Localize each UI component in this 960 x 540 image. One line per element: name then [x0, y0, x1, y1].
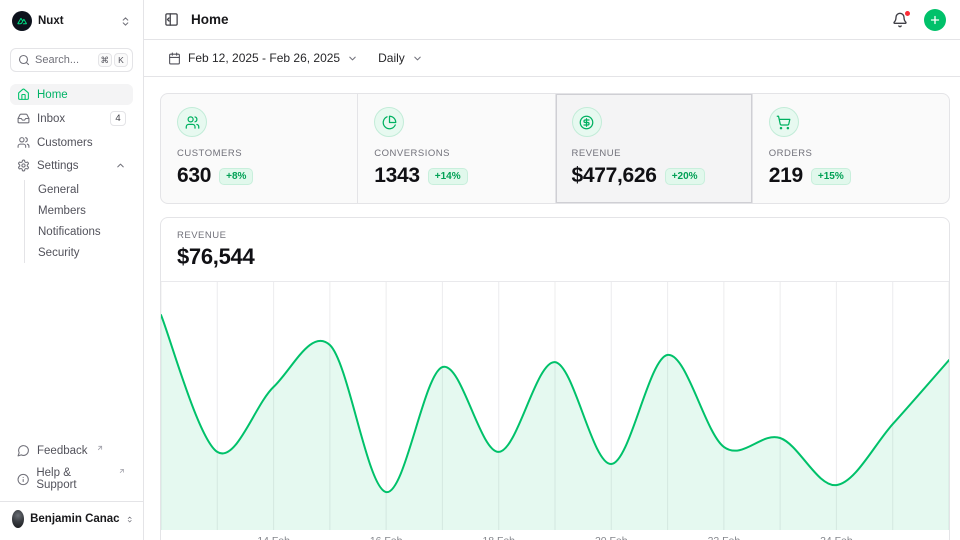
stat-label: REVENUE — [572, 148, 736, 159]
dollar-circle-icon — [579, 115, 594, 130]
svg-text:16 Feb: 16 Feb — [370, 536, 403, 540]
revenue-chart-card: REVENUE $76,544 14 Feb 16 Feb 18 Feb 20 Feb… — [160, 217, 950, 540]
stat-card-orders[interactable]: ORDERS 219 +15% — [753, 94, 949, 203]
chevrons-up-down-icon — [120, 16, 131, 27]
delta-badge: +14% — [428, 168, 468, 185]
user-name: Benjamin Canac — [30, 513, 119, 525]
plus-icon — [929, 14, 941, 26]
stat-card-customers[interactable]: CUSTOMERS 630 +8% — [161, 94, 357, 203]
cart-icon — [776, 115, 791, 130]
stat-value: 630 — [177, 164, 211, 188]
help-support-link[interactable]: Help & Support — [10, 463, 133, 495]
sidebar-nav: Home Inbox 4 Customers Settings General … — [10, 84, 133, 263]
sidebar-item-general[interactable]: General — [25, 180, 133, 200]
search-placeholder: Search... — [35, 54, 79, 66]
sidebar-item-settings[interactable]: Settings — [10, 155, 133, 176]
avatar — [12, 510, 24, 528]
stat-value: $477,626 — [572, 164, 657, 188]
content: CUSTOMERS 630 +8% CONVERSIONS 1343 +14% … — [144, 77, 960, 540]
sidebar-toggle-button[interactable] — [162, 10, 181, 29]
info-circle-icon — [17, 473, 29, 486]
svg-text:24 Feb: 24 Feb — [820, 536, 853, 540]
delta-badge: +8% — [219, 168, 253, 185]
svg-text:14 Feb: 14 Feb — [257, 536, 290, 540]
home-icon — [17, 88, 30, 101]
kbd-k: K — [114, 53, 128, 67]
notification-dot — [904, 10, 911, 17]
arrow-up-right-icon — [118, 467, 126, 475]
sidebar-item-security[interactable]: Security — [25, 243, 133, 263]
users-icon — [17, 136, 30, 149]
stat-label: ORDERS — [769, 148, 933, 159]
sidebar-item-members[interactable]: Members — [25, 201, 133, 221]
workspace-selector[interactable]: Nuxt — [10, 8, 133, 34]
page-title: Home — [191, 12, 229, 27]
date-range-value: Feb 12, 2025 - Feb 26, 2025 — [188, 51, 340, 65]
main-area: Home Feb 12, 2025 - Feb 26, 2025 Daily — [144, 0, 960, 540]
sidebar: Nuxt Search... ⌘ K Home Inbox 4 Customer… — [0, 0, 144, 540]
stat-value: 219 — [769, 164, 803, 188]
notifications-button[interactable] — [890, 10, 910, 30]
chevron-down-icon — [347, 53, 358, 64]
stat-label: CONVERSIONS — [374, 148, 538, 159]
add-button[interactable] — [924, 9, 946, 31]
kbd-meta: ⌘ — [98, 53, 113, 67]
nuxt-logo-icon — [12, 11, 32, 31]
gear-icon — [17, 159, 30, 172]
chevron-up-icon — [115, 160, 126, 171]
svg-text:18 Feb: 18 Feb — [482, 536, 515, 540]
chart-value: $76,544 — [177, 244, 933, 270]
svg-text:20 Feb: 20 Feb — [595, 536, 628, 540]
user-menu[interactable]: Benjamin Canac — [0, 501, 143, 532]
chevron-down-icon — [412, 53, 423, 64]
settings-subnav: General Members Notifications Security — [24, 180, 133, 263]
sidebar-footer: Feedback Help & Support — [10, 440, 133, 501]
sidebar-item-customers[interactable]: Customers — [10, 132, 133, 153]
date-range-picker[interactable]: Feb 12, 2025 - Feb 26, 2025 — [160, 46, 366, 70]
pie-chart-icon — [382, 115, 397, 130]
arrow-up-right-icon — [96, 444, 104, 452]
revenue-chart-svg: 14 Feb 16 Feb 18 Feb 20 Feb 22 Feb 24 Feb — [161, 282, 949, 540]
users-icon — [185, 115, 200, 130]
panel-left-close-icon — [164, 12, 179, 27]
search-icon — [18, 54, 30, 66]
calendar-icon — [168, 52, 181, 65]
sidebar-item-inbox[interactable]: Inbox 4 — [10, 107, 133, 130]
stat-card-revenue[interactable]: REVENUE $477,626 +20% — [556, 94, 752, 203]
workspace-name: Nuxt — [38, 15, 64, 27]
message-circle-icon — [17, 444, 30, 457]
inbox-icon — [17, 112, 30, 125]
stat-card-conversions[interactable]: CONVERSIONS 1343 +14% — [358, 94, 554, 203]
period-select[interactable]: Daily — [370, 46, 431, 70]
feedback-link[interactable]: Feedback — [10, 440, 133, 461]
chart-title: REVENUE — [177, 230, 933, 241]
period-value: Daily — [378, 51, 405, 65]
sidebar-item-home[interactable]: Home — [10, 84, 133, 105]
delta-badge: +20% — [665, 168, 705, 185]
chevrons-up-down-icon — [126, 514, 133, 525]
stat-label: CUSTOMERS — [177, 148, 341, 159]
revenue-area-chart[interactable]: 14 Feb 16 Feb 18 Feb 20 Feb 22 Feb 24 Feb — [161, 282, 949, 540]
inbox-count-badge: 4 — [110, 111, 126, 126]
sidebar-item-notifications[interactable]: Notifications — [25, 222, 133, 242]
top-bar: Home — [144, 0, 960, 40]
stat-value: 1343 — [374, 164, 420, 188]
stats-grid: CUSTOMERS 630 +8% CONVERSIONS 1343 +14% … — [160, 93, 950, 204]
search-input[interactable]: Search... ⌘ K — [10, 48, 133, 72]
delta-badge: +15% — [811, 168, 851, 185]
svg-text:22 Feb: 22 Feb — [708, 536, 741, 540]
filter-toolbar: Feb 12, 2025 - Feb 26, 2025 Daily — [144, 40, 960, 77]
